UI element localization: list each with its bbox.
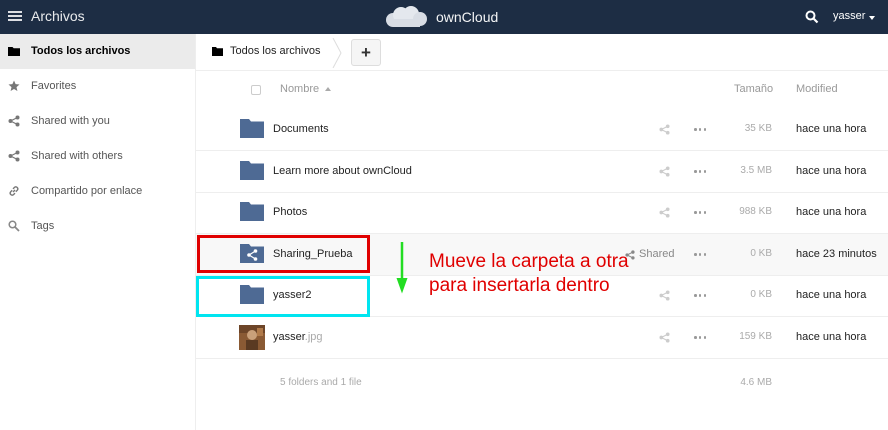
file-size: 3.5 MB [740, 165, 772, 176]
file-size: 0 KB [750, 289, 772, 300]
share-icon [8, 115, 20, 127]
brand-name: ownCloud [436, 9, 499, 25]
star-icon [8, 80, 20, 91]
share-icon[interactable] [659, 166, 670, 177]
sidebar-item-favorites[interactable]: Favorites [0, 69, 195, 104]
file-modified: hace una hora [796, 165, 867, 177]
sidebar-item-label: Compartido por enlace [31, 185, 143, 197]
image-thumbnail [239, 325, 265, 350]
annotation-line-1: Mueve la carpeta a otra [429, 251, 629, 272]
sidebar: Todos los archivos Favorites Shared with… [0, 34, 196, 430]
folder-icon [240, 161, 264, 180]
file-modified: hace 23 minutos [796, 248, 877, 260]
file-size: 988 KB [739, 206, 772, 217]
file-basename: yasser [273, 331, 305, 343]
table-row[interactable]: Photos 988 KB hace una hora [196, 192, 888, 234]
file-modified: hace una hora [796, 289, 867, 301]
cloud-icon [386, 6, 427, 27]
owncloud-logo[interactable]: ownCloud [384, 4, 498, 30]
file-name[interactable]: Documents [273, 123, 329, 135]
select-all-checkbox[interactable] [251, 85, 261, 95]
sidebar-item-label: Favorites [31, 80, 77, 92]
file-modified: hace una hora [796, 331, 867, 343]
share-icon[interactable] [659, 124, 670, 135]
sidebar-item-label: Tags [31, 220, 55, 232]
table-row[interactable]: yasser.jpg 159 KB hace una hora [196, 317, 888, 359]
share-icon[interactable] [659, 207, 670, 218]
breadcrumb: Todos los archivos + [196, 34, 888, 71]
breadcrumb-separator [332, 38, 342, 68]
annotation-line-2: para insertarla dentro [429, 275, 610, 296]
annotation-note: Mueve la carpeta a otra para insertarla … [429, 250, 629, 298]
sidebar-item-all-files[interactable]: Todos los archivos [0, 34, 195, 69]
file-modified: hace una hora [796, 206, 867, 218]
menu-icon[interactable] [8, 9, 22, 23]
folder-icon [212, 47, 223, 56]
column-modified-header[interactable]: Modified [796, 83, 838, 95]
sidebar-item-tags[interactable]: Tags [0, 209, 195, 244]
file-name[interactable]: Learn more about ownCloud [273, 165, 412, 177]
chevron-down-icon[interactable] [869, 16, 875, 20]
summary-total-size: 4.6 MB [740, 377, 772, 388]
summary-count: 5 folders and 1 file [280, 377, 362, 388]
folder-icon [240, 202, 264, 221]
column-name-header[interactable]: Nombre [280, 83, 332, 95]
sidebar-item-label: Shared with others [31, 150, 123, 162]
column-name-label: Nombre [280, 83, 320, 95]
shared-label[interactable]: Shared [639, 248, 674, 260]
column-size-header[interactable]: Tamaño [734, 83, 773, 95]
new-file-button[interactable]: + [351, 39, 381, 66]
sidebar-item-shared-with-others[interactable]: Shared with others [0, 139, 195, 174]
arrow-down-icon [396, 242, 408, 294]
file-size: 159 KB [739, 331, 772, 342]
share-icon[interactable] [659, 290, 670, 301]
tag-icon [8, 220, 20, 232]
file-extension: .jpg [304, 331, 323, 343]
link-icon [9, 186, 19, 196]
sidebar-item-shared-with-you[interactable]: Shared with you [0, 104, 195, 139]
folder-icon [240, 119, 264, 138]
file-size: 35 KB [744, 123, 772, 134]
file-size: 0 KB [750, 248, 772, 259]
share-icon[interactable] [659, 332, 670, 343]
top-header: Archivos ownCloud yasser [0, 0, 888, 34]
search-icon[interactable] [805, 10, 819, 24]
sidebar-item-shared-by-link[interactable]: Compartido por enlace [0, 174, 195, 209]
source-highlight-box [197, 235, 370, 273]
file-name[interactable]: Photos [273, 206, 307, 218]
sidebar-item-label: Shared with you [31, 115, 110, 127]
file-modified: hace una hora [796, 123, 867, 135]
target-highlight-box [196, 276, 370, 317]
share-icon [8, 150, 20, 162]
breadcrumb-root[interactable]: Todos los archivos [230, 45, 321, 57]
table-row[interactable]: Documents 35 KB hace una hora [196, 109, 888, 151]
folder-icon [8, 47, 20, 56]
app-title[interactable]: Archivos [31, 8, 85, 24]
sidebar-item-label: Todos los archivos [31, 45, 131, 57]
file-name[interactable]: yasser.jpg [273, 331, 323, 343]
sort-asc-icon [325, 87, 332, 92]
table-row[interactable]: Learn more about ownCloud 3.5 MB hace un… [196, 151, 888, 193]
user-menu[interactable]: yasser [833, 10, 865, 22]
